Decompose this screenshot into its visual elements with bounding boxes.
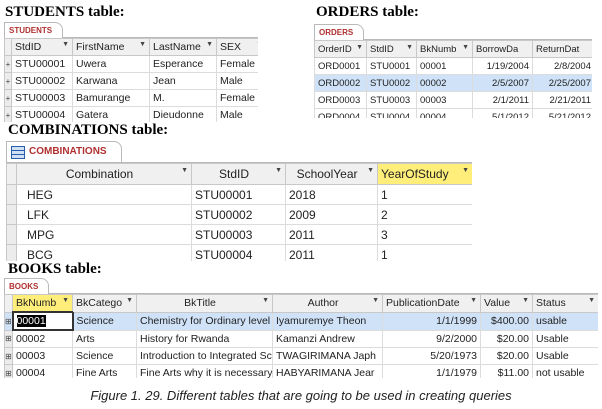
column-header[interactable]: Status ▼	[532, 294, 598, 313]
record-selector[interactable]	[6, 244, 17, 261]
table-row[interactable]: ⊞ 00004 Fine Arts Fine Arts why it is neces…	[4, 364, 598, 378]
combinations-grid: Combination ▼ StdID ▼ SchoolYear ▼ YearOfSt…	[6, 163, 472, 261]
column-header[interactable]: BkCatego ▼	[72, 294, 137, 313]
table-row[interactable]: ⊞ 00003 Science Introduction to Integrated …	[4, 347, 598, 365]
books-caption: BOOKS table:	[8, 261, 102, 277]
orders-grid: OrderID ▼ StdID ▼ BkNumb ▼ BorrowDa ReturnD…	[314, 40, 592, 118]
table-row[interactable]: + STU00004 Gatera Dieudonne Male	[4, 106, 258, 122]
dropdown-icon[interactable]: ▼	[462, 167, 469, 174]
dropdown-icon[interactable]: ▼	[139, 41, 146, 48]
table-row[interactable]: ORD0004 STU0004 00004 5/1/2012 5/21/2012	[314, 108, 592, 118]
table-row[interactable]: HEG STU00001 2018 1	[6, 184, 472, 205]
dropdown-icon[interactable]: ▼	[356, 44, 363, 51]
column-header[interactable]: BorrowDa	[472, 40, 533, 58]
dropdown-icon[interactable]: ▼	[462, 44, 469, 51]
column-header[interactable]: StdID ▼	[191, 163, 286, 185]
column-header[interactable]: Author ▼	[272, 294, 383, 313]
dropdown-icon[interactable]: ▼	[470, 297, 477, 304]
record-selector[interactable]: +	[4, 106, 12, 122]
students-tab[interactable]: STUDENTS	[4, 22, 64, 38]
table-row[interactable]: LFK STU00002 2009 2	[6, 204, 472, 225]
record-selector[interactable]	[6, 224, 17, 245]
students-table-panel: STUDENTS StdID ▼ FirstName ▼ LastName ▼ SEX…	[4, 22, 258, 122]
column-header[interactable]: PublicationDate ▼	[382, 294, 481, 313]
students-grid: StdID▼ FirstName▼ LastName▼ SEX▼ +STU000…	[4, 38, 258, 122]
table-row[interactable]: ORD0001 STU0001 00001 1/19/2004 2/8/2004	[314, 57, 592, 75]
expand-icon[interactable]: ⊞	[4, 329, 13, 348]
books-grid: BkNumb ▼ BkCatego ▼ BkTitle ▼ Author ▼ Publi…	[4, 294, 598, 378]
table-row-selected[interactable]: ORD0002 STU0002 00002 2/5/2007 2/25/2007	[314, 74, 592, 92]
orders-tab[interactable]: ORDERS	[314, 24, 365, 40]
column-header[interactable]: LastName ▼	[149, 38, 217, 56]
combinations-caption: COMBINATIONS table:	[8, 122, 169, 138]
table-row[interactable]: MPG STU00003 2011 3	[6, 224, 472, 245]
dropdown-icon[interactable]: ▼	[522, 297, 529, 304]
dropdown-icon[interactable]: ▼	[181, 167, 188, 174]
column-header[interactable]: SchoolYear ▼	[285, 163, 378, 185]
select-all[interactable]	[4, 38, 12, 56]
table-row-selected[interactable]: ⊞ 00001 Science Chemistry for Ordinary le…	[4, 311, 598, 331]
column-header[interactable]: SEX▼	[216, 38, 258, 56]
table-row[interactable]: + STU00002 Karwana Jean Male	[4, 72, 258, 90]
table-row[interactable]: BCG STU00004 2011 1	[6, 244, 472, 261]
column-header[interactable]: OrderID ▼	[314, 40, 367, 58]
dropdown-icon[interactable]: ▼	[206, 41, 213, 48]
table-row[interactable]: + STU00003 Bamurange M. Female	[4, 89, 258, 107]
table-row[interactable]: ORD0003 STU0003 00003 2/1/2011 2/21/2011	[314, 91, 592, 109]
dropdown-icon[interactable]: ▼	[372, 297, 379, 304]
books-tab[interactable]: BOOKS	[4, 278, 50, 294]
record-selector[interactable]: +	[4, 72, 12, 90]
dropdown-icon[interactable]: ▼	[126, 297, 133, 304]
figure-caption: Figure 1. 29. Different tables that are …	[90, 388, 512, 403]
column-header[interactable]: StdID ▼	[11, 38, 73, 56]
dropdown-icon[interactable]: ▼	[588, 297, 595, 304]
column-header[interactable]: Value ▼	[480, 294, 533, 313]
dropdown-icon[interactable]: ▼	[367, 167, 374, 174]
dropdown-icon[interactable]: ▼	[262, 297, 269, 304]
record-selector[interactable]	[6, 184, 17, 205]
books-table-panel: BOOKS BkNumb ▼ BkCatego ▼ BkTitle ▼ Author ▼…	[4, 278, 598, 378]
record-selector[interactable]: +	[4, 89, 12, 107]
dropdown-icon[interactable]: ▼	[62, 297, 69, 304]
expand-icon[interactable]: ⊞	[4, 347, 13, 365]
column-header[interactable]: BkNumb ▼	[416, 40, 473, 58]
expand-icon[interactable]: ⊞	[4, 311, 13, 331]
active-cell[interactable]: 00001	[11, 311, 74, 331]
students-caption: STUDENTS table:	[5, 4, 125, 20]
select-all[interactable]	[6, 163, 17, 185]
dropdown-icon[interactable]: ▼	[406, 44, 413, 51]
table-row[interactable]: ⊞ 00002 Arts History for Rwanda Kamanzi Andr…	[4, 329, 598, 348]
dropdown-icon[interactable]: ▼	[275, 167, 282, 174]
column-header[interactable]: StdID ▼	[366, 40, 417, 58]
dropdown-icon[interactable]: ▼	[256, 41, 258, 48]
column-header-selected[interactable]: YearOfStudy ▼	[377, 163, 472, 185]
table-icon	[11, 146, 25, 159]
select-all[interactable]	[4, 294, 13, 313]
combinations-table-panel: COMBINATIONS Combination ▼ StdID ▼ SchoolY…	[6, 141, 472, 261]
column-header[interactable]: Combination ▼	[16, 163, 192, 185]
orders-caption: ORDERS table:	[316, 4, 419, 20]
column-header[interactable]: ReturnDat	[532, 40, 592, 58]
expand-icon[interactable]: ⊞	[4, 364, 13, 378]
table-row[interactable]: + STU00001 Uwera Esperance Female	[4, 55, 258, 73]
column-header-selected[interactable]: BkNumb ▼	[12, 294, 73, 313]
column-header[interactable]: BkTitle ▼	[136, 294, 273, 313]
record-selector[interactable]	[6, 204, 17, 225]
orders-table-panel: ORDERS OrderID ▼ StdID ▼ BkNumb ▼ BorrowDa …	[314, 24, 592, 118]
dropdown-icon[interactable]: ▼	[62, 41, 69, 48]
combinations-tab[interactable]: COMBINATIONS	[6, 141, 122, 162]
record-selector[interactable]: +	[4, 55, 12, 73]
column-header[interactable]: FirstName ▼	[72, 38, 150, 56]
